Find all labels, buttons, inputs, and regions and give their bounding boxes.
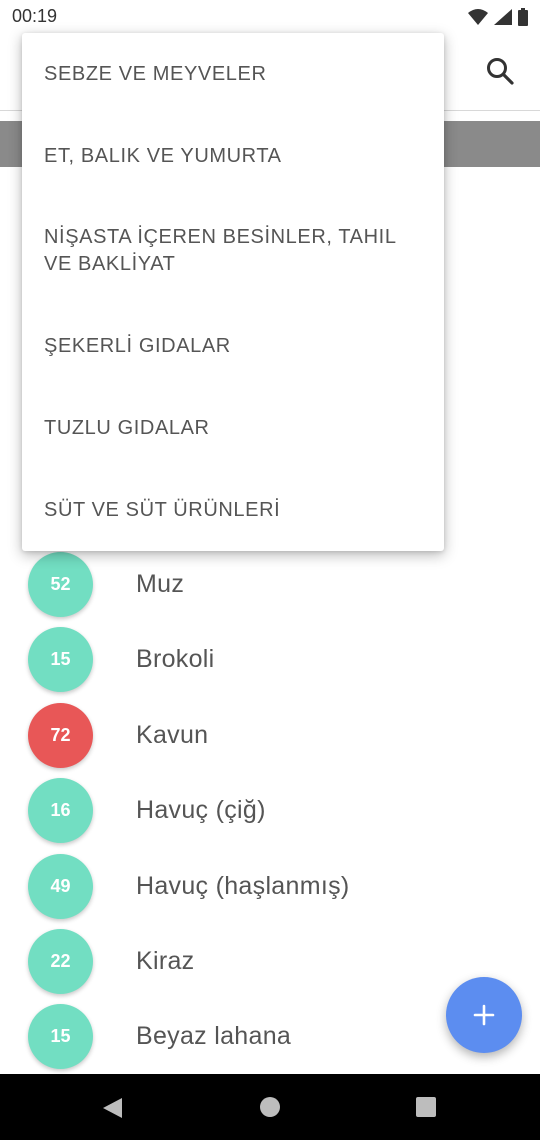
value-badge: 72 [28,703,93,768]
food-name: Kiraz [136,947,195,975]
menu-item-sut-ve-sut-urunleri[interactable]: SÜT VE SÜT ÜRÜNLERİ [22,469,444,551]
menu-item-sekerli-gidalar[interactable]: ŞEKERLİ GIDALAR [22,305,444,387]
recents-icon[interactable] [415,1096,437,1118]
status-bar: 00:19 [0,0,540,33]
category-menu: SEBZE VE MEYVELER ET, BALIK VE YUMURTA N… [22,33,444,551]
battery-icon [518,7,528,26]
food-name: Havuç (haşlanmış) [136,872,350,900]
menu-item-sebze-ve-meyveler[interactable]: SEBZE VE MEYVELER [22,33,444,115]
navigation-bar [0,1074,540,1140]
menu-item-label: SEBZE VE MEYVELER [44,62,267,85]
value-badge: 52 [28,552,93,617]
food-name: Havuç (çiğ) [136,796,266,824]
menu-item-label: ET, BALIK VE YUMURTA [44,144,282,167]
status-icons [468,7,528,26]
home-icon[interactable] [259,1096,281,1118]
status-time: 00:19 [12,6,58,26]
signal-icon [494,8,512,25]
value-badge: 15 [28,1004,93,1069]
value-badge: 22 [28,929,93,994]
back-icon[interactable] [100,1096,124,1120]
search-button[interactable] [484,55,516,87]
list-item[interactable]: 15 Brokoli [0,622,540,697]
list-item[interactable]: 16 Havuç (çiğ) [0,773,540,848]
menu-item-et-balik-ve-yumurta[interactable]: ET, BALIK VE YUMURTA [22,115,444,197]
add-food-button[interactable] [446,977,522,1053]
menu-item-label: NİŞASTA İÇEREN BESİNLER, TAHIL VE BAKLİY… [44,226,396,275]
value-badge: 16 [28,778,93,843]
food-name: Muz [136,570,185,598]
plus-icon [473,1004,495,1026]
search-icon [487,58,514,85]
menu-item-tuzlu-gidalar[interactable]: TUZLU GIDALAR [22,387,444,469]
list-item[interactable]: 49 Havuç (haşlanmış) [0,849,540,924]
food-name: Kavun [136,721,209,749]
list-item[interactable]: 52 Muz [0,547,540,622]
food-name: Brokoli [136,645,215,673]
wifi-icon [468,8,488,25]
menu-item-label: ŞEKERLİ GIDALAR [44,334,231,357]
menu-item-label: TUZLU GIDALAR [44,416,210,439]
menu-item-nisasta-iceren-besinler[interactable]: NİŞASTA İÇEREN BESİNLER, TAHIL VE BAKLİY… [22,197,444,305]
menu-item-label: SÜT VE SÜT ÜRÜNLERİ [44,498,281,521]
value-badge: 49 [28,854,93,919]
list-item[interactable]: 72 Kavun [0,698,540,773]
value-badge: 15 [28,627,93,692]
food-name: Beyaz lahana [136,1022,292,1050]
